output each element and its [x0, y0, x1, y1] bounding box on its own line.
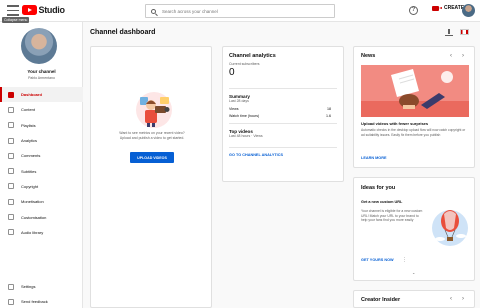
- sidebar-item-content[interactable]: Content: [0, 102, 83, 117]
- news-image: [361, 65, 469, 117]
- upload-prompt-line2: Upload and publish a video to get starte…: [119, 136, 185, 140]
- subtitles-icon: [8, 168, 14, 175]
- chevron-right-icon[interactable]: ›: [462, 296, 464, 302]
- learn-more-link[interactable]: LEARN MORE: [361, 156, 387, 160]
- sidebar-item-label: Copyright: [21, 183, 39, 189]
- summary-period: Last 28 days: [229, 99, 249, 103]
- views-label: Views: [229, 107, 239, 111]
- sidebar-nav: Dashboard Content Playlists Analytics Co…: [0, 87, 83, 240]
- chevron-left-icon[interactable]: ‹: [450, 53, 452, 59]
- views-row: Views 18: [229, 107, 337, 111]
- channel-avatar[interactable]: [21, 28, 57, 64]
- channel-owner: Pablo Armentano: [28, 76, 55, 80]
- monetisation-icon: [8, 198, 14, 205]
- sidebar-item-label: Comments: [21, 153, 41, 159]
- search-input[interactable]: [162, 8, 322, 14]
- sidebar-item-settings[interactable]: Settings: [0, 279, 83, 294]
- watch-time-label: Watch time (hours): [229, 114, 260, 118]
- news-card: News ‹ › Upload videos with fewer surpri…: [353, 46, 475, 168]
- channel-analytics-card: Channel analytics Current subscribers 0 …: [222, 46, 344, 182]
- feedback-icon: [8, 298, 14, 305]
- sidebar-item-label: Analytics: [21, 138, 38, 144]
- collapse-menu-tooltip: Collapse menu: [2, 17, 30, 23]
- sidebar-item-analytics[interactable]: Analytics: [0, 133, 83, 148]
- playlists-icon: [8, 122, 14, 129]
- create-button[interactable]: CREATE: [427, 5, 464, 11]
- more-options-icon[interactable]: ⋮: [402, 257, 407, 263]
- sidebar-item-subtitles[interactable]: Subtitles: [0, 163, 83, 178]
- subscribers-count: 0: [229, 67, 235, 78]
- get-yours-now-link[interactable]: GET YOURS NOW: [361, 258, 394, 262]
- channel-name: Your channel: [27, 69, 56, 74]
- sidebar-item-label: Customisation: [21, 214, 47, 220]
- views-value: 18: [327, 107, 331, 111]
- sidebar-item-label: Playlists: [21, 122, 36, 128]
- sidebar-item-send-feedback[interactable]: Send feedback: [0, 294, 83, 308]
- sidebar-item-label: Send feedback: [21, 299, 48, 305]
- creator-insider-card: Creator Insider ‹ ›: [353, 290, 475, 308]
- sidebar-item-label: Settings: [21, 284, 36, 290]
- creator-insider-title: Creator Insider: [361, 297, 401, 303]
- watch-time-value: 1.6: [326, 114, 331, 118]
- sidebar-item-copyright[interactable]: Copyright: [0, 179, 83, 194]
- top-videos-period: Last 48 hours · Views: [229, 134, 263, 138]
- sidebar-item-monetisation[interactable]: Monetisation: [0, 194, 83, 209]
- sidebar-bottom-nav: Settings Send feedback: [0, 279, 83, 308]
- ideas-title: Ideas for you: [361, 185, 396, 191]
- chevron-down-icon[interactable]: ⌄: [412, 270, 415, 275]
- comments-icon: [8, 152, 14, 159]
- gear-icon: [8, 283, 14, 290]
- divider: [229, 147, 337, 148]
- search-icon: [151, 8, 156, 14]
- youtube-play-icon: [22, 5, 37, 15]
- content-icon: [8, 106, 14, 113]
- video-camera-icon: [432, 5, 442, 11]
- sidebar-item-comments[interactable]: Comments: [0, 148, 83, 163]
- sidebar-item-playlists[interactable]: Playlists: [0, 118, 83, 133]
- hot-air-balloon-illustration: [432, 210, 468, 246]
- upload-video-card: Want to see metrics on your recent video…: [90, 46, 212, 308]
- sidebar-item-customisation[interactable]: Customisation: [0, 209, 83, 224]
- sidebar-item-label: Audio library: [21, 229, 44, 235]
- sidebar-item-label: Content: [21, 107, 36, 113]
- live-icon[interactable]: [460, 29, 469, 35]
- analytics-title: Channel analytics: [229, 53, 276, 59]
- chevron-left-icon[interactable]: ‹: [450, 296, 452, 302]
- ideas-card: Ideas for you Get a new custom URL Your …: [353, 177, 475, 281]
- watch-time-row: Watch time (hours) 1.6: [229, 114, 337, 118]
- sidebar-item-label: Dashboard: [21, 92, 42, 98]
- divider: [229, 123, 337, 124]
- page-title: Channel dashboard: [90, 29, 156, 36]
- hamburger-menu-icon[interactable]: [7, 5, 19, 16]
- go-to-analytics-link[interactable]: GO TO CHANNEL ANALYTICS: [229, 153, 337, 157]
- dashboard-icon: [8, 91, 14, 98]
- news-title: News: [361, 53, 376, 59]
- audio-library-icon: [8, 229, 14, 236]
- youtube-studio-logo[interactable]: Studio: [22, 5, 65, 15]
- analytics-icon: [8, 137, 14, 144]
- search-bar[interactable]: [145, 4, 335, 18]
- chevron-right-icon[interactable]: ›: [462, 53, 464, 59]
- top-bar: Collapse menu Studio ? CREATE: [0, 0, 480, 23]
- subscribers-label: Current subscribers: [229, 62, 260, 66]
- ideas-body: Your channel is eligible for a new custo…: [361, 209, 423, 223]
- video-illustration: [136, 92, 172, 128]
- copyright-icon: [8, 183, 14, 190]
- news-body: Automatic checks in the desktop upload f…: [361, 128, 466, 137]
- ideas-subtitle: Get a new custom URL: [361, 200, 403, 204]
- news-headline: Upload videos with fewer surprises: [361, 121, 429, 126]
- help-icon[interactable]: ?: [409, 6, 418, 15]
- sidebar-item-dashboard[interactable]: Dashboard: [0, 87, 83, 103]
- upload-videos-button[interactable]: UPLOAD VIDEOS: [130, 152, 174, 163]
- sidebar: Your channel Pablo Armentano Dashboard C…: [0, 22, 83, 308]
- sidebar-item-label: Monetisation: [21, 199, 44, 205]
- divider: [229, 88, 337, 89]
- customisation-icon: [8, 214, 14, 221]
- account-avatar[interactable]: [462, 4, 475, 17]
- sidebar-item-label: Subtitles: [21, 168, 37, 174]
- upload-prompt-text: Want to see metrics on your recent video…: [101, 131, 203, 141]
- upload-icon[interactable]: [445, 29, 453, 36]
- logo-text: Studio: [38, 5, 66, 15]
- sidebar-item-audio-library[interactable]: Audio library: [0, 225, 83, 240]
